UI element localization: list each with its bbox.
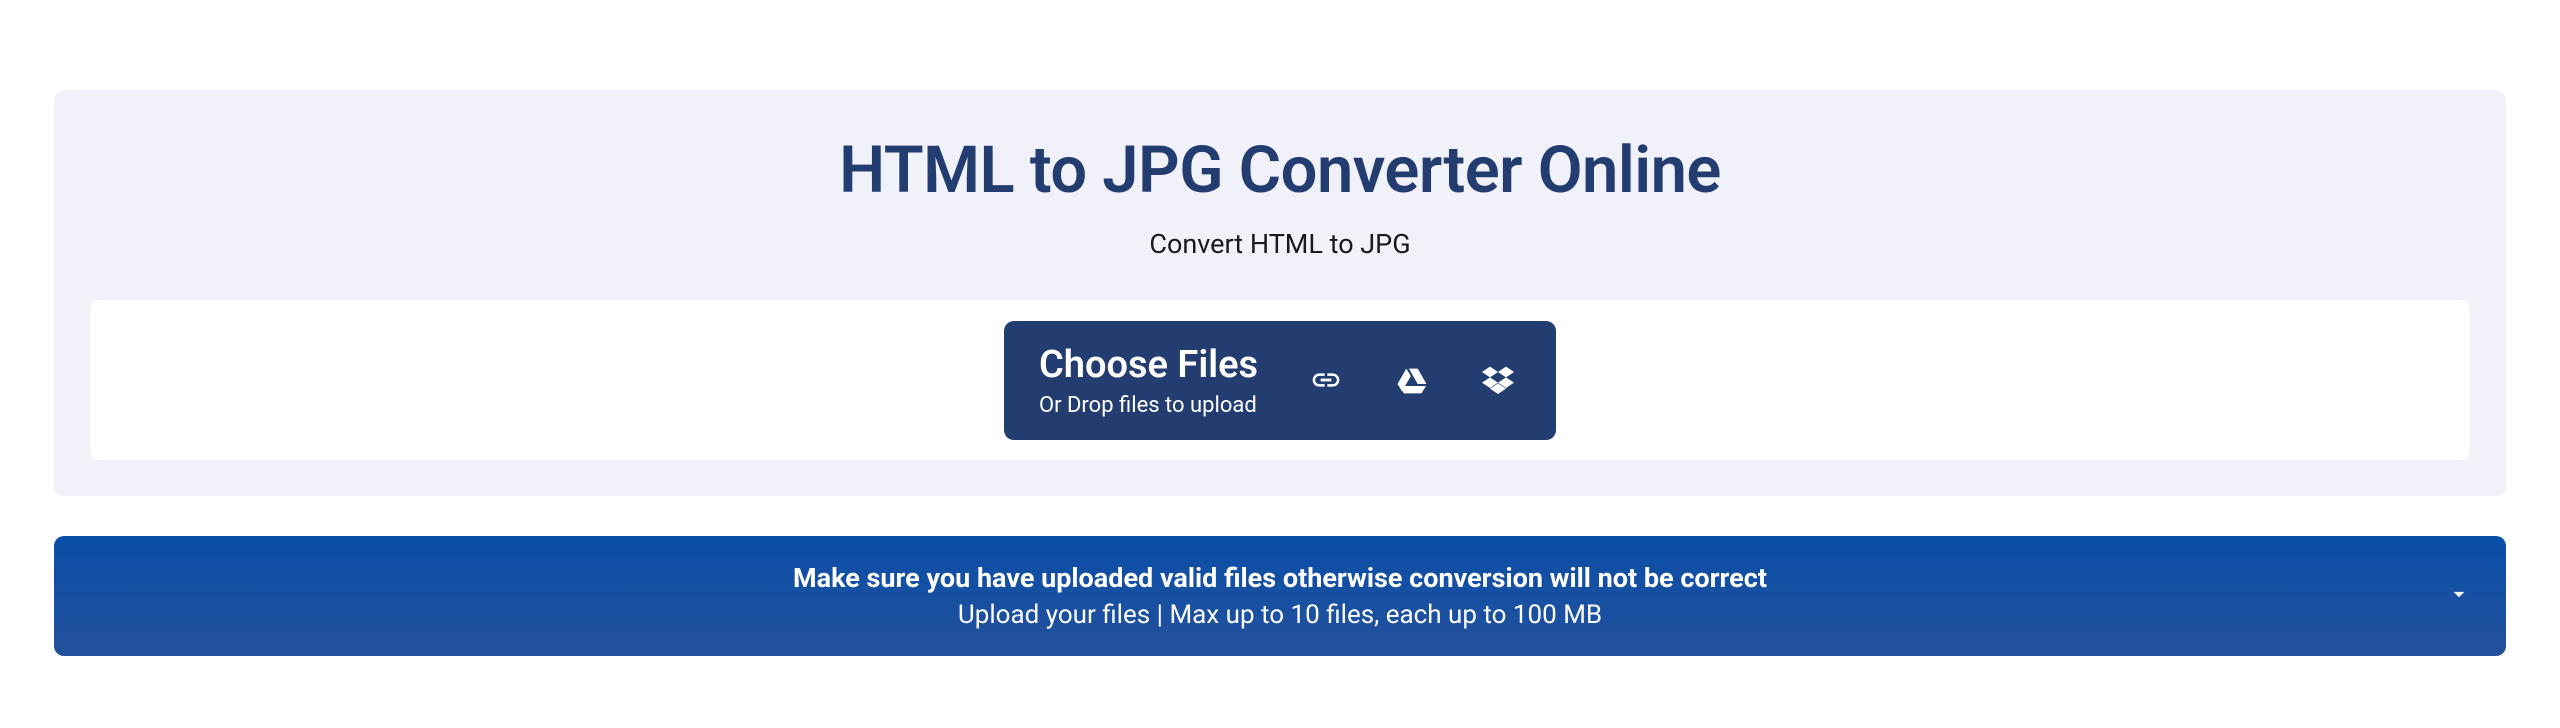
info-bar-warning: Make sure you have uploaded valid files … xyxy=(94,562,2466,594)
google-drive-icon[interactable] xyxy=(1394,362,1430,398)
info-bar-limits: Upload your files | Max up to 10 files, … xyxy=(94,600,2466,630)
page-subtitle: Convert HTML to JPG xyxy=(90,228,2470,260)
choose-files-button[interactable]: Choose Files Or Drop files to upload xyxy=(1039,343,1258,418)
converter-panel: HTML to JPG Converter Online Convert HTM… xyxy=(54,90,2506,496)
link-icon[interactable] xyxy=(1308,362,1344,398)
upload-dropzone[interactable]: Choose Files Or Drop files to upload xyxy=(90,300,2470,460)
dropbox-icon[interactable] xyxy=(1480,362,1516,398)
choose-files-label: Choose Files xyxy=(1039,343,1258,387)
page-title: HTML to JPG Converter Online xyxy=(90,132,2470,208)
chevron-down-icon[interactable] xyxy=(2446,581,2472,611)
info-bar: Make sure you have uploaded valid files … xyxy=(54,536,2506,656)
upload-button-group: Choose Files Or Drop files to upload xyxy=(1004,321,1556,440)
drop-files-label: Or Drop files to upload xyxy=(1039,393,1258,418)
